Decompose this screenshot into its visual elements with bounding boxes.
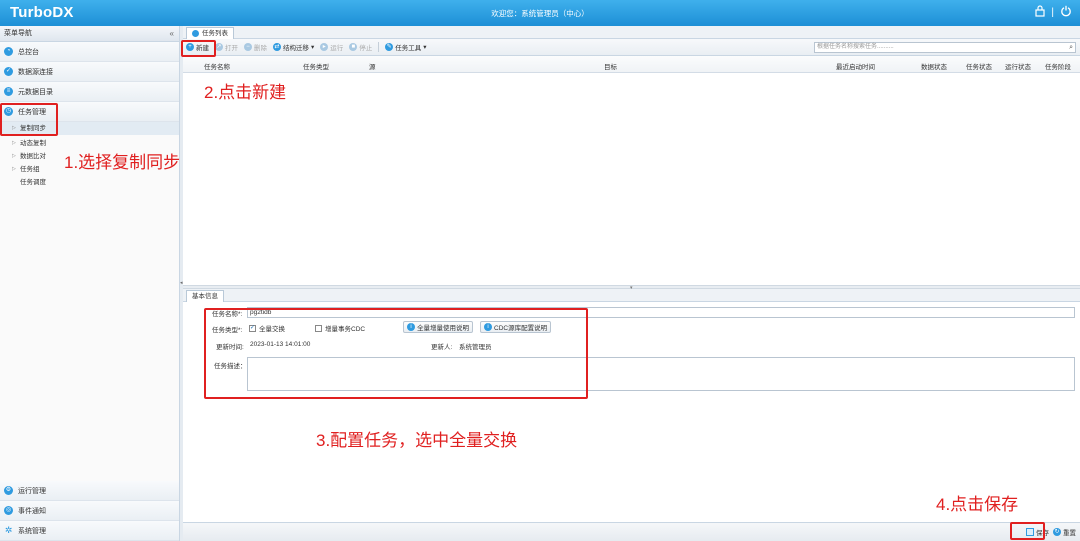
sidebar-item-label: 数据源连接 [18,68,53,76]
toolbar: + 新建 ↗ 打开 − 删除 ⇄ 结构迁移 ▾ ▸ 运行 ■ 停止 ✎ 任务工具… [183,39,1080,56]
delete-label: 删除 [254,45,267,52]
sidebar-item-metadata[interactable]: ≡ 元数据目录 [0,82,179,102]
task-grid-body [183,73,1080,285]
metadata-icon: ≡ [4,87,13,96]
collapse-icon[interactable]: « [170,26,174,42]
minus-icon: − [244,43,252,51]
open-icon: ↗ [215,43,223,51]
sidebar-header: 菜单导航 « [0,26,179,42]
sidebar-item-datasource[interactable]: ✓ 数据源连接 [0,62,179,82]
migrate-icon: ⇄ [273,43,281,51]
col-source[interactable]: 源 [369,61,376,71]
power-icon[interactable] [1060,5,1072,20]
sidebar-item-label: 运行管理 [18,487,46,495]
sidebar-item-label: 事件通知 [18,507,46,515]
search-placeholder: 根据任务名称搜索任务.......... [817,44,894,50]
run-button[interactable]: ▸ 运行 [320,42,343,52]
dashboard-icon: ◔ [4,47,13,56]
open-label: 打开 [225,45,238,52]
run-icon: ⚙ [4,486,13,495]
search-input[interactable]: 根据任务名称搜索任务.......... ⌕ [814,42,1076,53]
tab-task-list[interactable]: 任务列表 [186,27,234,39]
tools-icon: ✎ [385,43,394,51]
tools-label: 任务工具 [395,45,422,52]
top-bar: TurboDX 欢迎您：系统管理员（中心） | [0,0,1080,26]
tree-item-task-schedule[interactable]: 任务调度 [0,176,179,189]
reset-button[interactable]: ↻ 重置 [1053,527,1076,537]
sidebar-item-dashboard[interactable]: ◔ 总控台 [0,42,179,62]
sidebar-item-notifications[interactable]: ◎ 事件通知 [0,501,179,521]
tree-label: 数据比对 [20,153,46,160]
chevron-down-icon: ▾ [423,44,427,51]
task-tools-button[interactable]: ✎ 任务工具 ▾ [385,42,427,52]
tree-arrow-icon: ▷ [12,166,16,172]
stop-button[interactable]: ■ 停止 [349,42,372,52]
sidebar-bottom: ⚙ 运行管理 ◎ 事件通知 ✲ 系统管理 [0,481,179,541]
reset-icon: ↻ [1053,528,1061,536]
col-task-name[interactable]: 任务名称 [204,61,230,71]
tree-label: 任务组 [20,166,40,173]
highlight-new-button [181,40,216,57]
sidebar-item-label: 总控台 [18,48,39,56]
stop-icon: ■ [349,43,358,51]
chevron-down-icon: ▾ [311,44,315,51]
annotation-step4: 4.点击保存 [936,495,1019,514]
highlight-task-management [0,103,58,136]
separator-icon: | [1051,6,1054,18]
lock-icon[interactable] [1035,5,1045,20]
notify-icon: ◎ [4,506,13,515]
sidebar-title: 菜单导航 [4,30,32,37]
main-tabstrip: 任务列表 [183,26,1080,39]
annotation-step3: 3.配置任务，选中全量交换 [316,431,518,450]
highlight-task-form [204,308,588,399]
sidebar-item-label: 系统管理 [18,527,46,535]
top-icons: | [1035,5,1072,20]
col-task-status[interactable]: 任务状态 [966,61,992,71]
toolbar-separator [378,42,380,52]
reset-label: 重置 [1063,530,1076,537]
run-label: 运行 [330,45,344,52]
col-data-status[interactable]: 数据状态 [921,61,947,71]
stop-label: 停止 [359,45,373,52]
sidebar-item-label: 元数据目录 [18,88,53,96]
annotation-step1: 1.选择复制同步 [64,153,181,172]
tab-basic-info[interactable]: 基本信息 [186,290,224,302]
sidebar-item-run-management[interactable]: ⚙ 运行管理 [0,481,179,501]
tree-arrow-icon: ▷ [12,153,16,159]
delete-button[interactable]: − 删除 [244,42,267,52]
tab-label: 任务列表 [202,30,228,37]
col-run-status[interactable]: 运行状态 [1005,61,1031,71]
migrate-button[interactable]: ⇄ 结构迁移 ▾ [273,42,314,52]
main-area: 任务列表 + 新建 ↗ 打开 − 删除 ⇄ 结构迁移 ▾ ▸ 运行 ■ 停止 ✎… [183,26,1080,541]
list-icon [192,30,199,37]
open-button[interactable]: ↗ 打开 [215,42,238,52]
play-icon: ▸ [320,43,329,51]
footer-bar: 保存 ↻ 重置 [183,522,1080,541]
search-icon[interactable]: ⌕ [1069,43,1073,52]
tree-label: 动态复制 [20,140,46,147]
datasource-icon: ✓ [4,67,13,76]
welcome-text: 欢迎您：系统管理员（中心） [491,9,589,18]
task-grid-header: 任务名称 任务类型 源 目标 最近启动时间 数据状态 任务状态 运行状态 任务阶… [183,56,1080,73]
detail-tabstrip: 基本信息 [183,289,1080,302]
gear-icon: ✲ [4,525,13,535]
highlight-save-button [1010,522,1045,540]
annotation-step2: 2.点击新建 [204,83,287,102]
migrate-label: 结构迁移 [283,45,309,52]
col-last-start[interactable]: 最近启动时间 [836,61,875,71]
tree-label: 任务调度 [20,179,46,186]
sidebar-item-system-management[interactable]: ✲ 系统管理 [0,521,179,541]
col-task-stage[interactable]: 任务阶段 [1045,61,1071,71]
col-target[interactable]: 目标 [604,61,617,71]
tree-arrow-icon: ▷ [12,140,16,146]
col-task-type[interactable]: 任务类型 [303,61,329,71]
